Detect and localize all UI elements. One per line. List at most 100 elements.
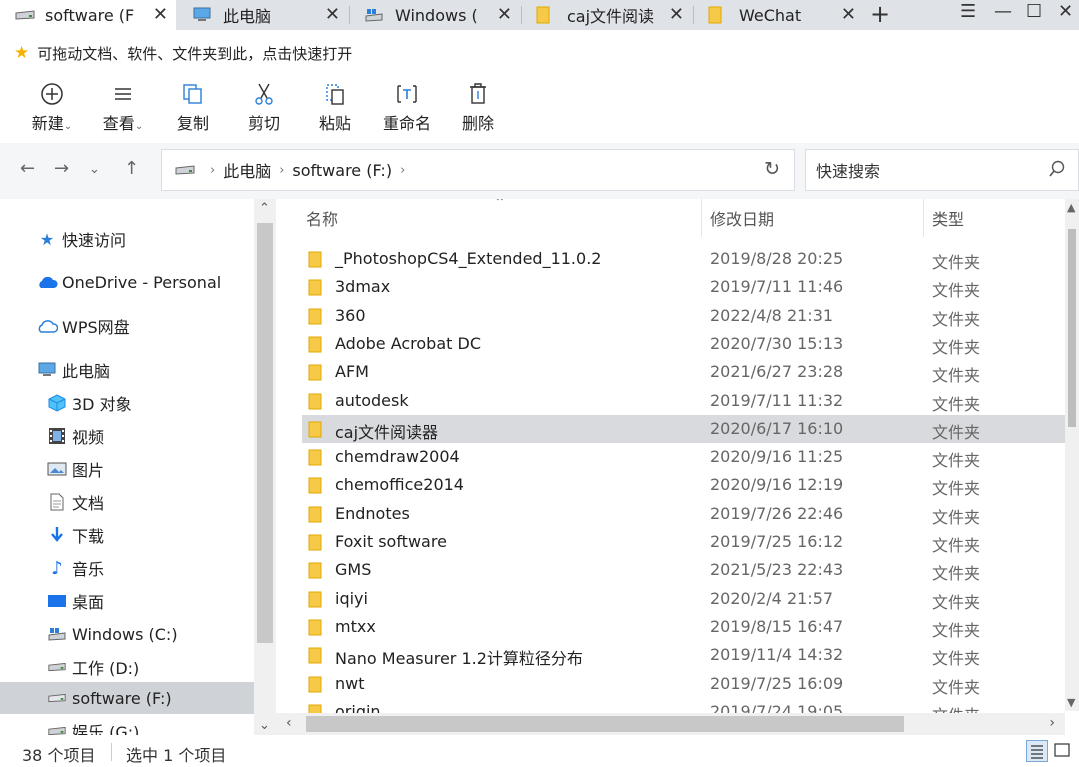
- scroll-up-icon[interactable]: ⌃: [259, 201, 270, 216]
- scroll-up-icon[interactable]: ▲: [1067, 201, 1075, 214]
- breadcrumb-chevron-icon[interactable]: ›: [279, 163, 284, 178]
- file-row[interactable]: nwt 2019/7/25 16:09 文件夹: [302, 670, 1068, 698]
- file-row[interactable]: Nano Measurer 1.2计算粒径分布 2019/11/4 14:32 文件…: [302, 641, 1068, 669]
- column-divider[interactable]: [701, 199, 702, 237]
- scroll-down-icon[interactable]: ▼: [1067, 696, 1075, 709]
- file-row[interactable]: Foxit software 2019/7/25 16:12 文件夹: [302, 528, 1068, 556]
- search-icon[interactable]: [1048, 160, 1066, 182]
- refresh-icon[interactable]: ↻: [764, 158, 780, 180]
- file-row[interactable]: AFM 2021/6/27 23:28 文件夹: [302, 358, 1068, 386]
- file-list-vertical-scrollbar[interactable]: ▲ ▼: [1065, 199, 1079, 711]
- sidebar-item-documents[interactable]: 文档: [0, 486, 276, 518]
- scrollbar-thumb[interactable]: [306, 716, 904, 732]
- large-icons-view-button[interactable]: [1052, 740, 1074, 762]
- tab-software-f[interactable]: software (F ✕: [0, 0, 176, 30]
- close-tab-icon[interactable]: ✕: [841, 4, 856, 26]
- breadcrumb-this-pc[interactable]: 此电脑: [223, 158, 271, 182]
- column-divider[interactable]: [923, 199, 924, 237]
- delete-button[interactable]: 删除: [448, 80, 508, 134]
- sidebar-item-work-d[interactable]: 工作 (D:): [0, 651, 276, 683]
- breadcrumb-chevron-icon[interactable]: ›: [400, 163, 405, 178]
- file-row[interactable]: 3dmax 2019/7/11 11:46 文件夹: [302, 273, 1068, 301]
- column-header-date[interactable]: 修改日期: [710, 199, 920, 237]
- sidebar-item-this-pc[interactable]: 此电脑: [0, 354, 276, 386]
- close-tab-icon[interactable]: ✕: [325, 4, 340, 26]
- scrollbar-thumb[interactable]: [1068, 229, 1076, 427]
- file-row[interactable]: caj文件阅读器 2020/6/17 16:10 文件夹: [302, 414, 1068, 443]
- picture-icon: [46, 460, 68, 478]
- sidebar-item-quick-access[interactable]: ★ 快速访问: [0, 223, 276, 255]
- file-row[interactable]: iqiyi 2020/2/4 21:57 文件夹: [302, 585, 1068, 613]
- wps-cloud-icon: [36, 317, 58, 335]
- close-window-button[interactable]: ✕: [1058, 0, 1073, 26]
- up-arrow-icon[interactable]: ↑: [124, 158, 139, 179]
- sidebar-item-onedrive[interactable]: OneDrive - Personal: [0, 266, 276, 298]
- column-header-type[interactable]: 类型: [932, 199, 1062, 237]
- tab-wechat[interactable]: WeChat ✕: [694, 0, 864, 30]
- forward-arrow-icon[interactable]: →: [54, 158, 69, 179]
- file-row[interactable]: 360 2022/4/8 21:31 文件夹: [302, 302, 1068, 330]
- file-row[interactable]: GMS 2021/5/23 22:43 文件夹: [302, 556, 1068, 584]
- sidebar-item-label: 视频: [72, 428, 105, 447]
- close-tab-icon[interactable]: ✕: [669, 4, 684, 26]
- column-header-name[interactable]: 名称: [306, 199, 696, 237]
- back-arrow-icon[interactable]: ←: [20, 158, 35, 179]
- folder-icon: [308, 449, 322, 466]
- close-tab-icon[interactable]: ✕: [153, 4, 168, 26]
- menu-icon[interactable]: ☰: [960, 0, 976, 26]
- details-view-button[interactable]: [1026, 740, 1048, 762]
- file-row[interactable]: Adobe Acrobat DC 2020/7/30 15:13 文件夹: [302, 330, 1068, 358]
- sidebar-item-downloads[interactable]: 下载: [0, 519, 276, 551]
- recent-locations-chevron-icon[interactable]: ⌄: [89, 162, 100, 177]
- file-list-horizontal-scrollbar[interactable]: ‹ ›: [276, 713, 1065, 735]
- file-row[interactable]: autodesk 2019/7/11 11:32 文件夹: [302, 387, 1068, 415]
- sidebar-item-software-f[interactable]: software (F:): [0, 682, 254, 714]
- sidebar-item-pictures[interactable]: 图片: [0, 453, 276, 485]
- file-modified-date: 2020/9/16 11:25: [710, 447, 844, 467]
- sidebar-scrollbar[interactable]: ⌃ ⌄: [254, 199, 276, 735]
- tab-this-pc[interactable]: 此电脑 ✕: [178, 0, 348, 30]
- sidebar-item-music[interactable]: ♪ 音乐: [0, 552, 276, 584]
- new-tab-button[interactable]: +: [870, 2, 890, 26]
- sidebar-item-entertainment-g[interactable]: 娱乐 (G:): [0, 715, 276, 735]
- copy-button[interactable]: 复制: [163, 80, 223, 134]
- breadcrumb-chevron-icon[interactable]: ›: [210, 163, 215, 178]
- close-tab-icon[interactable]: ✕: [497, 4, 512, 26]
- view-button[interactable]: 查看⌄: [93, 80, 153, 134]
- file-type: 文件夹: [932, 394, 981, 414]
- sidebar-item-wps-cloud[interactable]: WPS网盘: [0, 310, 276, 342]
- drive-icon: [46, 689, 68, 707]
- cloud-icon: [36, 273, 58, 291]
- file-type: 文件夹: [932, 677, 981, 697]
- file-row[interactable]: chemoffice2014 2020/9/16 12:19 文件夹: [302, 471, 1068, 499]
- tab-caj-reader[interactable]: caj文件阅读 ✕: [522, 0, 692, 30]
- paste-button[interactable]: 粘贴: [305, 80, 365, 134]
- sidebar-item-desktop[interactable]: 桌面: [0, 585, 276, 617]
- file-row[interactable]: mtxx 2019/8/15 16:47 文件夹: [302, 613, 1068, 641]
- tab-windows-c[interactable]: Windows ( ✕: [350, 0, 520, 30]
- sidebar-item-windows-c[interactable]: Windows (C:): [0, 618, 276, 650]
- maximize-button[interactable]: ☐: [1026, 0, 1042, 26]
- film-icon: [46, 427, 68, 445]
- new-button[interactable]: 新建⌄: [22, 80, 82, 134]
- file-type: 文件夹: [932, 337, 981, 357]
- sidebar-item-3d-objects[interactable]: 3D 对象: [0, 387, 276, 419]
- address-bar[interactable]: › 此电脑 › software (F:) › ↻: [161, 149, 795, 191]
- scroll-right-icon[interactable]: ›: [1049, 715, 1055, 731]
- quick-launch-bar[interactable]: ★ 可拖动文档、软件、文件夹到此，点击快速打开: [0, 30, 1079, 76]
- search-box[interactable]: 快速搜索: [805, 149, 1079, 191]
- sidebar-item-videos[interactable]: 视频: [0, 420, 276, 452]
- file-row[interactable]: _PhotoshopCS4_Extended_11.0.2 2019/8/28 2…: [302, 245, 1068, 273]
- scroll-down-icon[interactable]: ⌄: [259, 718, 270, 733]
- file-type: 文件夹: [932, 649, 981, 669]
- file-row[interactable]: Endnotes 2019/7/26 22:46 文件夹: [302, 500, 1068, 528]
- file-modified-date: 2020/2/4 21:57: [710, 588, 834, 608]
- column-header-label: 类型: [932, 210, 965, 229]
- minimize-button[interactable]: —: [994, 0, 1012, 26]
- cut-button[interactable]: 剪切: [234, 80, 294, 134]
- breadcrumb-software-f[interactable]: software (F:): [292, 161, 392, 180]
- file-row[interactable]: chemdraw2004 2020/9/16 11:25 文件夹: [302, 443, 1068, 471]
- rename-button[interactable]: 重命名: [377, 80, 437, 134]
- scroll-left-icon[interactable]: ‹: [286, 715, 292, 731]
- scrollbar-thumb[interactable]: [257, 223, 273, 643]
